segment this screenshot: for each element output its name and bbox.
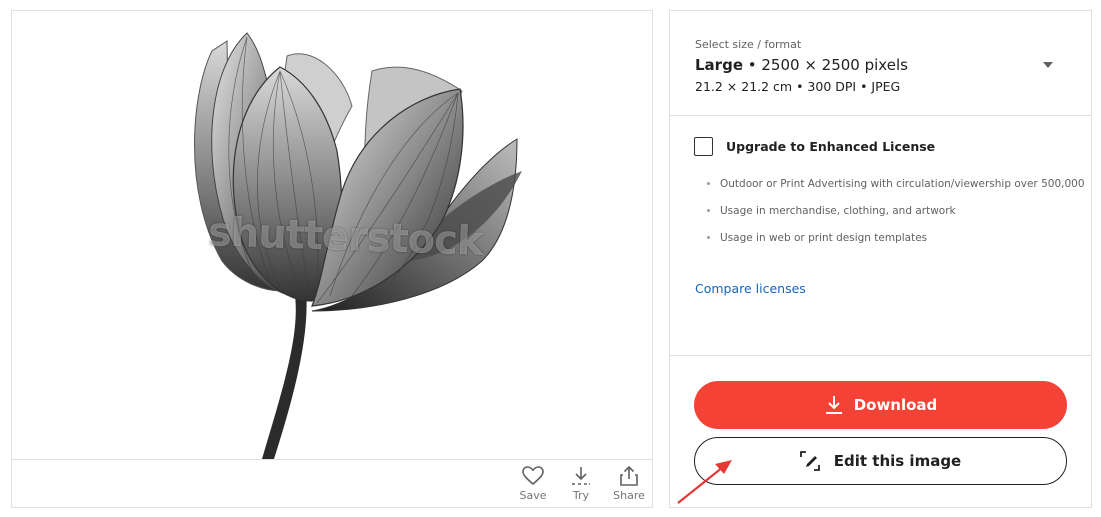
download-button[interactable]: Download [694, 381, 1067, 429]
size-separator: • [743, 56, 762, 74]
image-preview[interactable]: shutterstock [12, 11, 652, 459]
compare-licenses-link[interactable]: Compare licenses [695, 281, 806, 296]
feature-list: Outdoor or Print Advertising with circul… [702, 175, 1090, 256]
list-item: Usage in web or print design templates [707, 229, 1090, 247]
list-item: Usage in merchandise, clothing, and artw… [707, 202, 1090, 220]
share-label: Share [613, 489, 645, 502]
enhanced-license-checkbox[interactable] [694, 137, 713, 156]
size-value: Large • 2500 × 2500 pixels [695, 56, 908, 74]
size-details: 21.2 × 21.2 cm • 300 DPI • JPEG [695, 79, 901, 94]
download-icon [825, 396, 842, 414]
edit-image-button[interactable]: Edit this image [694, 437, 1067, 485]
download-try-icon [572, 467, 590, 485]
save-label: Save [519, 489, 547, 502]
license-panel: Select size / format Large • 2500 × 2500… [669, 10, 1092, 508]
list-item: Outdoor or Print Advertising with circul… [707, 175, 1090, 193]
save-button[interactable]: Save [513, 466, 553, 502]
enhanced-license-label[interactable]: Upgrade to Enhanced License [726, 139, 935, 154]
try-label: Try [572, 489, 590, 502]
size-pixels: 2500 × 2500 pixels [761, 56, 908, 74]
download-label: Download [853, 396, 938, 414]
try-button[interactable]: Try [561, 466, 601, 502]
share-button[interactable]: Share [609, 466, 649, 502]
share-icon [620, 466, 638, 486]
size-caption: Select size / format [695, 38, 802, 51]
size-format-select[interactable]: Select size / format Large • 2500 × 2500… [670, 11, 1091, 116]
image-preview-panel: shutterstock Save Try Share [11, 10, 653, 508]
edit-image-icon [799, 451, 820, 471]
size-name: Large [695, 56, 743, 74]
enhanced-license-section: Upgrade to Enhanced License Outdoor or P… [670, 115, 1091, 356]
annotation-arrow-icon [677, 460, 732, 504]
watermark-text: shutterstock [207, 209, 484, 265]
edit-image-label: Edit this image [833, 452, 962, 470]
chevron-down-icon[interactable] [1043, 62, 1053, 68]
heart-icon [522, 466, 544, 486]
image-actions-bar: Save Try Share [12, 459, 652, 507]
